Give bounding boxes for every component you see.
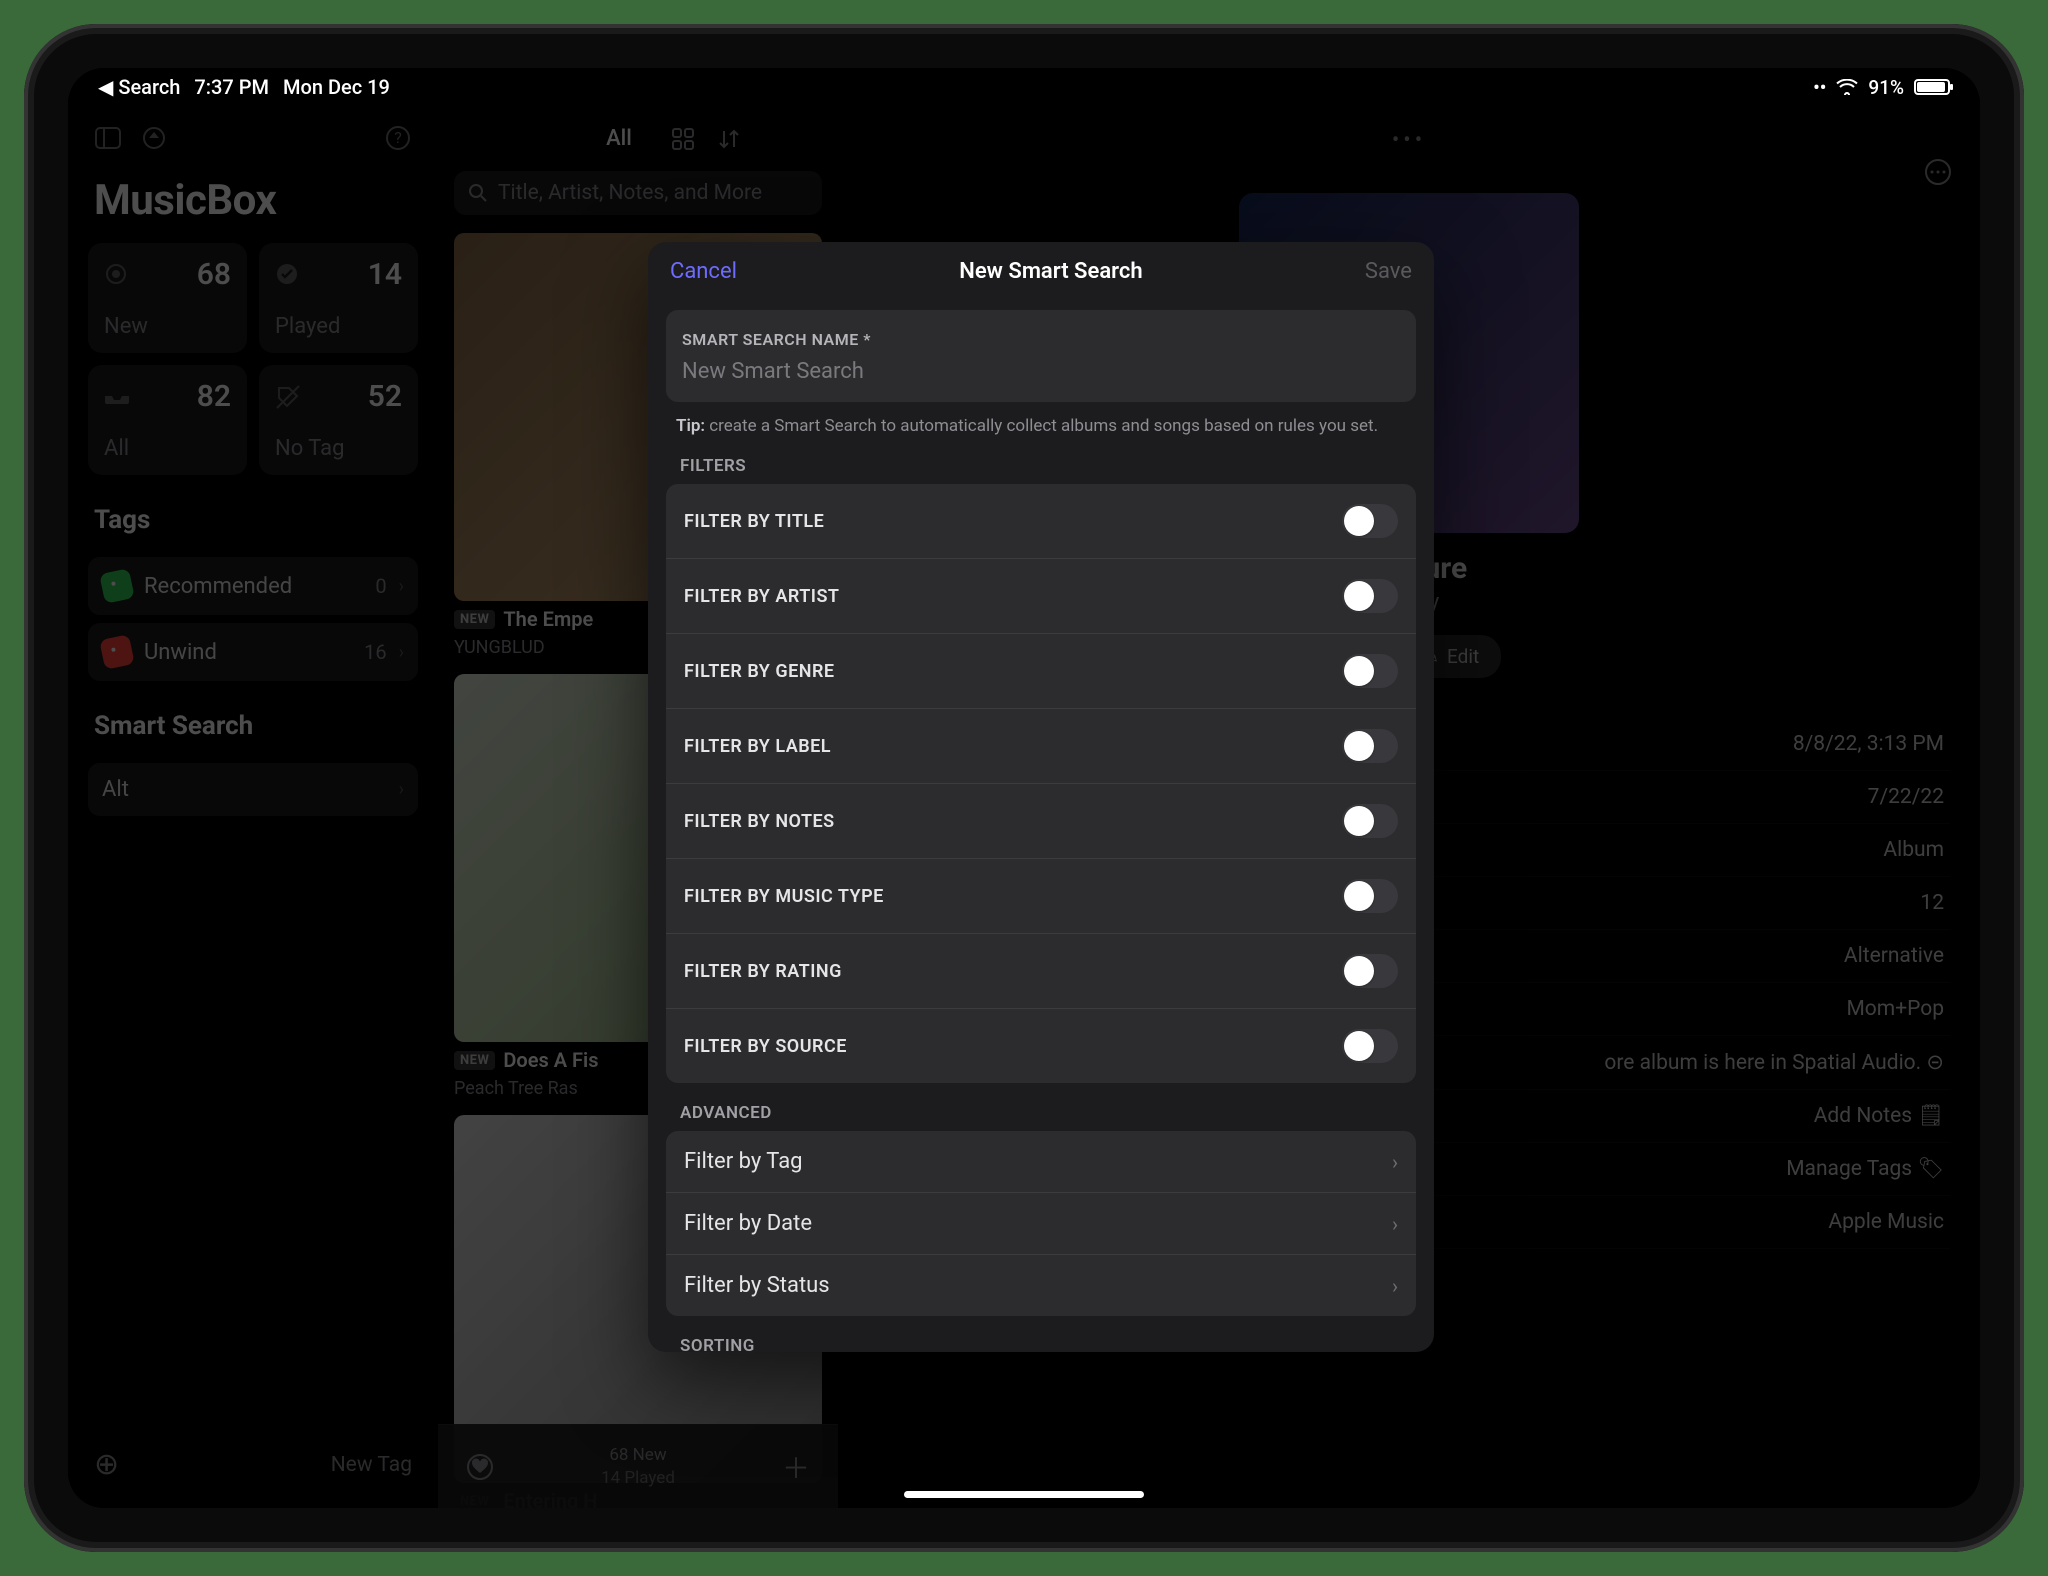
advanced-list: Filter by Tag› Filter by Date› Filter by… <box>666 1131 1416 1316</box>
chevron-right-icon: › <box>1392 1150 1398 1174</box>
wifi-icon <box>1836 79 1858 95</box>
home-indicator[interactable] <box>904 1491 1144 1498</box>
name-field-label: SMART SEARCH NAME * <box>682 314 1400 349</box>
toggle-switch[interactable] <box>1342 654 1398 688</box>
filter-by-tag-row[interactable]: Filter by Tag› <box>666 1131 1416 1193</box>
filters-header: FILTERS <box>666 436 1416 484</box>
smart-search-name-input[interactable] <box>682 359 1400 384</box>
filter-toggle-title[interactable]: FILTER BY TITLE <box>666 484 1416 559</box>
sheet-title: New Smart Search <box>959 259 1142 284</box>
filter-toggle-genre[interactable]: FILTER BY GENRE <box>666 634 1416 709</box>
filter-toggle-musictype[interactable]: FILTER BY MUSIC TYPE <box>666 859 1416 934</box>
new-smart-search-sheet: Cancel New Smart Search Save SMART SEARC… <box>648 242 1434 1352</box>
save-button[interactable]: Save <box>1365 259 1412 284</box>
chevron-right-icon: › <box>1392 1274 1398 1298</box>
cancel-button[interactable]: Cancel <box>670 259 737 284</box>
filter-toggle-rating[interactable]: FILTER BY RATING <box>666 934 1416 1009</box>
cell-signal-icon: •• <box>1813 76 1826 99</box>
battery-pct: 91% <box>1868 76 1904 99</box>
filter-toggle-label[interactable]: FILTER BY LABEL <box>666 709 1416 784</box>
back-to-app[interactable]: ◀ Search <box>98 75 180 99</box>
toggle-switch[interactable] <box>1342 879 1398 913</box>
filter-by-date-row[interactable]: Filter by Date› <box>666 1193 1416 1255</box>
status-date: Mon Dec 19 <box>283 75 390 99</box>
filters-list: FILTER BY TITLE FILTER BY ARTIST FILTER … <box>666 484 1416 1083</box>
filter-toggle-notes[interactable]: FILTER BY NOTES <box>666 784 1416 859</box>
toggle-switch[interactable] <box>1342 579 1398 613</box>
toggle-switch[interactable] <box>1342 1029 1398 1063</box>
sorting-header: SORTING <box>666 1316 1416 1352</box>
battery-icon <box>1914 79 1950 95</box>
advanced-header: ADVANCED <box>666 1083 1416 1131</box>
toggle-switch[interactable] <box>1342 954 1398 988</box>
toggle-switch[interactable] <box>1342 504 1398 538</box>
toggle-switch[interactable] <box>1342 804 1398 838</box>
tip-text: Tip: create a Smart Search to automatica… <box>666 402 1416 436</box>
filter-toggle-source[interactable]: FILTER BY SOURCE <box>666 1009 1416 1083</box>
filter-toggle-artist[interactable]: FILTER BY ARTIST <box>666 559 1416 634</box>
filter-by-status-row[interactable]: Filter by Status› <box>666 1255 1416 1316</box>
name-input-card: SMART SEARCH NAME * <box>666 310 1416 402</box>
status-bar: ◀ Search 7:37 PM Mon Dec 19 •• 91% <box>68 68 1980 106</box>
toggle-switch[interactable] <box>1342 729 1398 763</box>
chevron-right-icon: › <box>1392 1212 1398 1236</box>
status-time: 7:37 PM <box>194 75 269 99</box>
